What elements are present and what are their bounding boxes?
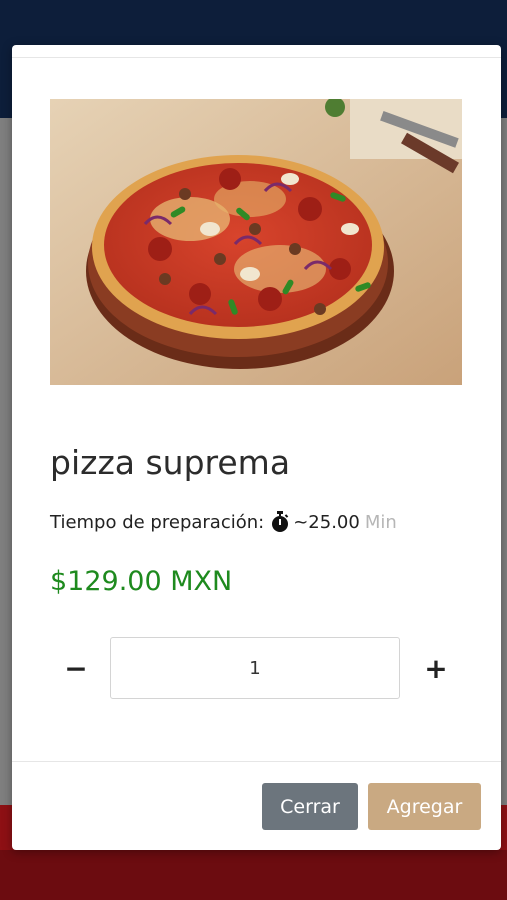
prep-time-row: Tiempo de preparación: ~25.00 Min [50, 511, 397, 533]
product-title: pizza suprema [50, 443, 291, 482]
increase-quantity-button[interactable]: + [410, 637, 462, 701]
pizza-photo [50, 99, 462, 385]
quantity-input[interactable] [110, 637, 400, 699]
prep-time-unit: Min [364, 511, 397, 533]
footer-stripe [0, 850, 507, 900]
product-modal: pizza suprema Tiempo de preparación: ~25… [12, 45, 501, 850]
prep-time-label: Tiempo de preparación: [50, 511, 265, 533]
decrease-quantity-button[interactable]: − [50, 637, 102, 701]
minus-icon: − [64, 652, 88, 685]
product-price: $129.00 MXN [50, 566, 233, 597]
add-to-cart-button[interactable]: Agregar [368, 783, 481, 830]
modal-header [12, 45, 501, 58]
modal-footer: Cerrar Agregar [12, 761, 501, 851]
close-button[interactable]: Cerrar [262, 783, 358, 830]
product-image [50, 99, 462, 385]
stopwatch-icon [270, 511, 290, 533]
prep-time-value: ~25.00 [293, 511, 360, 533]
quantity-stepper: − + [50, 637, 462, 701]
plus-icon: + [424, 652, 448, 685]
